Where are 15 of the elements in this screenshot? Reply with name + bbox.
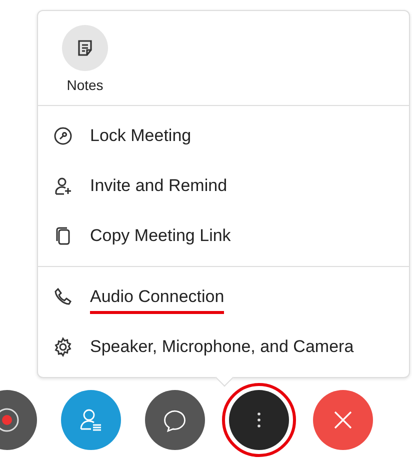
note-icon xyxy=(75,38,95,58)
menu-item[interactable]: Speaker, Microphone, and Camera xyxy=(38,322,409,372)
add-person-icon xyxy=(53,176,73,196)
close-icon xyxy=(333,410,353,430)
menu-item[interactable]: Copy Meeting Link xyxy=(38,211,409,261)
settings-icon xyxy=(53,337,73,357)
more-options-button[interactable] xyxy=(229,390,289,450)
menu-item[interactable]: Lock Meeting xyxy=(38,111,409,161)
person-list-icon xyxy=(78,407,104,433)
phone-icon xyxy=(53,287,73,307)
menu-item[interactable]: Audio Connection xyxy=(38,272,409,322)
menu-item[interactable]: Invite and Remind xyxy=(38,161,409,211)
vertical-dots-icon xyxy=(257,412,261,428)
record-icon xyxy=(0,406,21,434)
key-circle-icon xyxy=(53,126,73,146)
